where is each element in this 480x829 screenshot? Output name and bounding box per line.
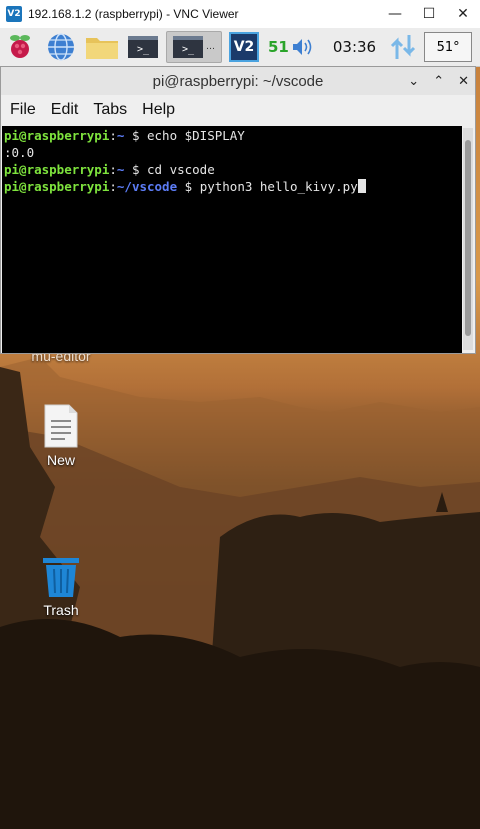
desktop-icon-new[interactable]: New <box>16 403 106 468</box>
ellipsis-icon: … <box>206 42 215 52</box>
terminal-maximize-icon[interactable]: ⌃ <box>433 73 444 89</box>
network-arrows-icon <box>391 35 416 59</box>
globe-icon <box>48 33 74 61</box>
raspberry-icon <box>10 35 30 58</box>
cpu-temperature[interactable]: 51° <box>424 32 473 62</box>
speaker-icon <box>292 39 312 55</box>
terminal-window-icon: >_ <box>173 36 203 58</box>
vnc-titlebar: V2 192.168.1.2 (raspberrypi) - VNC Viewe… <box>0 0 480 29</box>
web-browser-button[interactable] <box>40 30 82 64</box>
desktop-icon-label: Trash <box>43 602 79 618</box>
terminal-titlebar[interactable]: pi@raspberrypi: ~/vscode ⌄ ⌃ ✕ <box>1 67 475 95</box>
terminal-title: pi@raspberrypi: ~/vscode <box>152 72 324 90</box>
desktop-icon-trash[interactable]: Trash <box>16 555 106 618</box>
terminal-line: pi@raspberrypi:~ $ cd vscode <box>4 162 215 177</box>
menu-file[interactable]: File <box>10 101 36 119</box>
trash-icon <box>43 558 79 597</box>
raspberry-menu-button[interactable] <box>0 30 40 64</box>
terminal-menubar: File Edit Tabs Help <box>1 95 475 125</box>
clock[interactable]: 03:36 <box>333 38 376 56</box>
text-cursor <box>357 179 366 193</box>
terminal-window: pi@raspberrypi: ~/vscode ⌄ ⌃ ✕ File Edit… <box>0 66 476 354</box>
folder-icon <box>86 38 118 59</box>
network-status[interactable] <box>386 30 420 64</box>
menu-edit[interactable]: Edit <box>51 101 79 119</box>
file-manager-button[interactable] <box>82 30 122 64</box>
terminal-close-icon[interactable]: ✕ <box>458 73 469 89</box>
close-button[interactable]: ✕ <box>446 0 480 28</box>
terminal-icon: >_ <box>128 36 158 58</box>
minimize-button[interactable]: — <box>378 0 412 28</box>
desktop-icon-label: New <box>46 452 75 468</box>
taskbar-terminal-window[interactable]: >_ … <box>166 31 222 63</box>
scrollbar-thumb[interactable] <box>465 140 471 336</box>
vnc-server-tray[interactable]: V2 <box>224 30 264 64</box>
menu-help[interactable]: Help <box>142 101 175 119</box>
vnc-server-icon: V2 <box>229 32 259 62</box>
volume-control[interactable] <box>289 30 315 64</box>
menu-tabs[interactable]: Tabs <box>93 101 127 119</box>
terminal-line: :0.0 <box>4 145 35 160</box>
taskbar-panel: >_ >_ … V2 51 03:36 51° <box>0 28 480 67</box>
new-file-icon <box>44 404 78 448</box>
maximize-button[interactable]: ☐ <box>412 0 446 28</box>
vnc-window-title: 192.168.1.2 (raspberrypi) - VNC Viewer <box>28 7 239 21</box>
terminal-output[interactable]: pi@raspberrypi:~ $ echo $DISPLAY :0.0 pi… <box>2 126 462 353</box>
vnc-logo-icon: V2 <box>6 6 22 22</box>
terminal-line: pi@raspberrypi:~/vscode $ python3 hello_… <box>2 178 462 195</box>
terminal-launcher-button[interactable]: >_ <box>124 32 162 62</box>
terminal-scrollbar[interactable] <box>463 128 473 350</box>
cpu-usage: 51 <box>268 38 289 56</box>
terminal-minimize-icon[interactable]: ⌄ <box>408 73 419 89</box>
terminal-line: pi@raspberrypi:~ $ echo $DISPLAY <box>4 128 245 143</box>
